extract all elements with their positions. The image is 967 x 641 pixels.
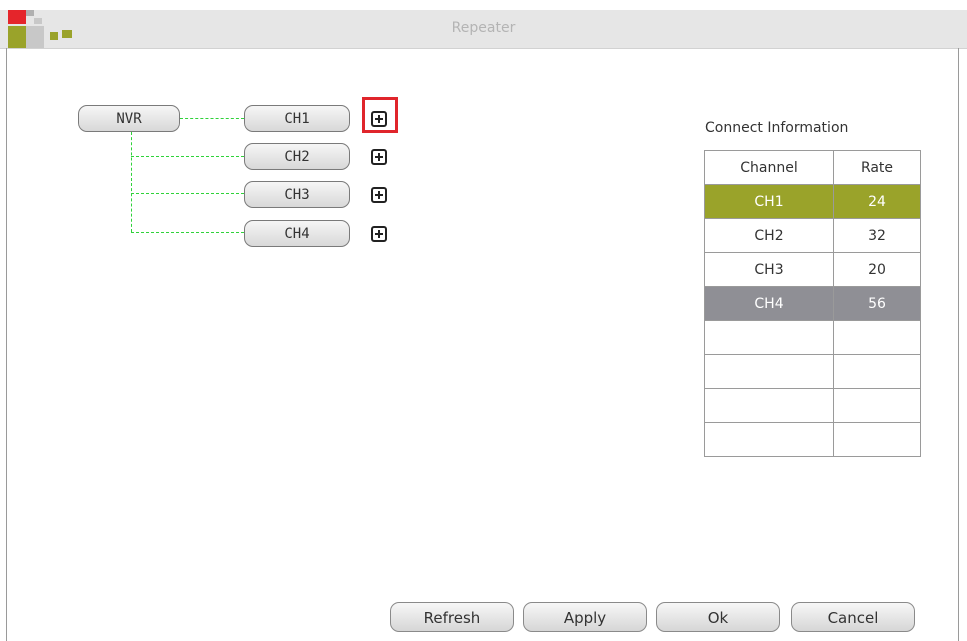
cell-rate: 24: [833, 184, 921, 219]
table-row[interactable]: CH4 56: [704, 286, 921, 321]
title-bar: Repeater: [0, 10, 967, 49]
table-header: Channel Rate: [704, 150, 921, 185]
cell-channel: CH1: [704, 184, 834, 219]
node-ch1[interactable]: CH1: [244, 105, 350, 132]
node-ch4[interactable]: CH4: [244, 220, 350, 247]
cell-channel: CH4: [704, 286, 834, 321]
plus-square-icon[interactable]: [371, 187, 387, 203]
table-row[interactable]: CH1 24: [704, 184, 921, 219]
connector-nvr-ch1: [180, 118, 244, 119]
plus-square-icon[interactable]: [371, 111, 387, 127]
ok-button[interactable]: Ok: [656, 602, 780, 632]
table-row-empty: [704, 422, 921, 457]
refresh-button[interactable]: Refresh: [390, 602, 514, 632]
header-rate: Rate: [833, 150, 921, 185]
cell-rate: 56: [833, 286, 921, 321]
window-title: Repeater: [451, 20, 516, 36]
connector-ch2: [131, 156, 244, 157]
cell-channel: CH2: [704, 218, 834, 253]
table-row[interactable]: CH3 20: [704, 252, 921, 287]
plus-square-icon[interactable]: [371, 149, 387, 165]
cancel-button[interactable]: Cancel: [791, 602, 915, 632]
connect-info-table: Channel Rate CH1 24 CH2 32 CH3 20 CH4 56: [704, 150, 921, 457]
table-row-empty: [704, 354, 921, 389]
table-row[interactable]: CH2 32: [704, 218, 921, 253]
connect-info-title: Connect Information: [705, 120, 849, 136]
table-row-empty: [704, 388, 921, 423]
node-nvr[interactable]: NVR: [78, 105, 180, 132]
node-ch2[interactable]: CH2: [244, 143, 350, 170]
cell-channel: CH3: [704, 252, 834, 287]
connector-ch4: [131, 232, 244, 233]
connector-trunk: [131, 132, 132, 232]
header-channel: Channel: [704, 150, 834, 185]
apply-button[interactable]: Apply: [523, 602, 647, 632]
connector-ch3: [131, 193, 244, 194]
node-ch3[interactable]: CH3: [244, 181, 350, 208]
table-row-empty: [704, 320, 921, 355]
cell-rate: 20: [833, 252, 921, 287]
cell-rate: 32: [833, 218, 921, 253]
plus-square-icon[interactable]: [371, 226, 387, 242]
